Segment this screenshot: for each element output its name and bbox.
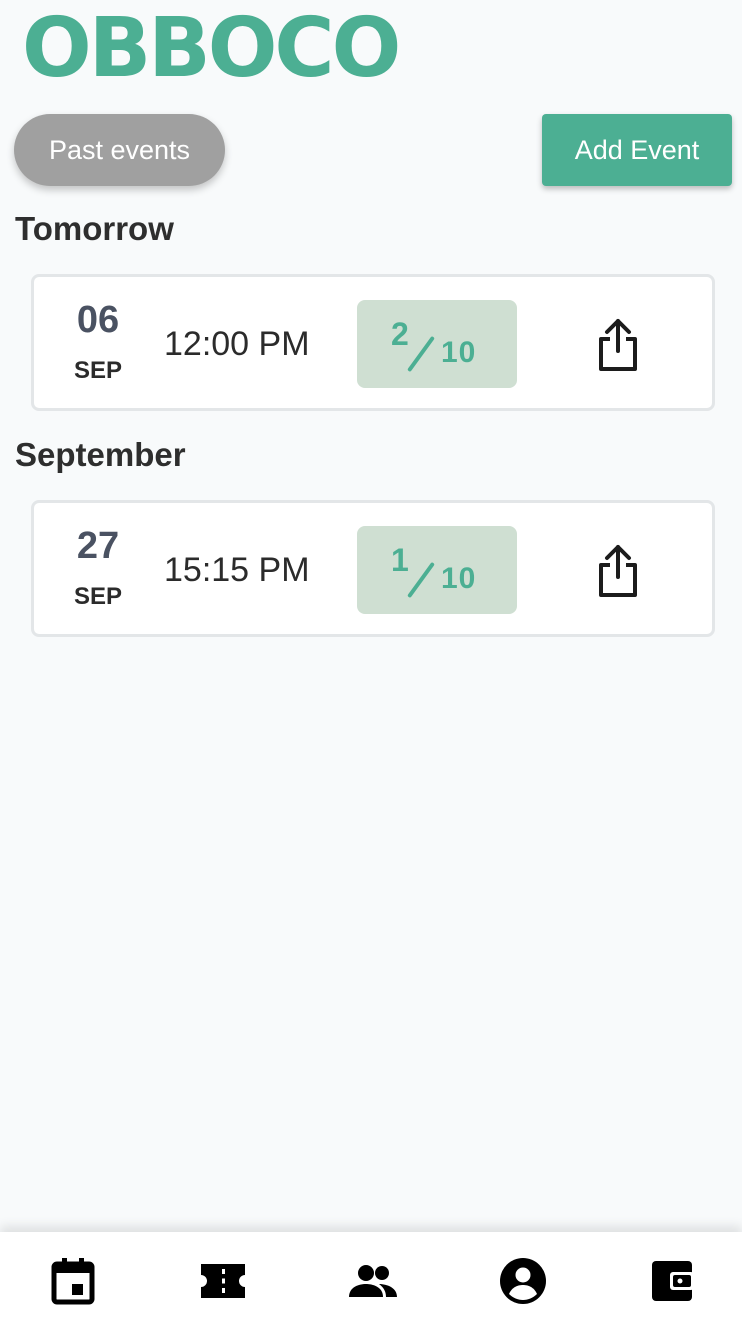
ticket-icon: [201, 1264, 245, 1298]
section-title-september: September: [15, 436, 186, 473]
add-event-button[interactable]: Add Event: [542, 114, 732, 186]
people-icon: [349, 1265, 397, 1297]
account-circle-icon: [500, 1258, 546, 1304]
share-icon: [599, 545, 637, 597]
attendee-count: 2: [391, 316, 409, 352]
event-time: 15:15 PM: [164, 551, 310, 589]
nav-item-people[interactable]: [348, 1256, 398, 1306]
calendar-icon: [51, 1258, 95, 1305]
event-card[interactable]: 27 SEP 15:15 PM 1 10: [31, 500, 715, 637]
attendee-capacity: 10: [441, 562, 477, 595]
fraction-slash: [407, 561, 435, 599]
attendee-count: 1: [391, 542, 409, 578]
attendee-capacity: 10: [441, 336, 477, 369]
bottom-nav: [0, 1232, 742, 1328]
event-time: 12:00 PM: [164, 325, 310, 363]
attendee-count-badge[interactable]: 2 10: [357, 300, 517, 388]
event-month: SEP: [73, 583, 123, 610]
nav-item-calendar[interactable]: [48, 1256, 98, 1306]
nav-item-account[interactable]: [498, 1256, 548, 1306]
past-events-button[interactable]: Past events: [14, 114, 225, 186]
event-day: 06: [76, 299, 120, 341]
events-screen: OBBOCO Past events Add Event Tomorrow 06…: [0, 0, 742, 1328]
event-day: 27: [76, 525, 120, 567]
nav-item-wallet[interactable]: [648, 1256, 698, 1306]
event-month: SEP: [73, 357, 123, 384]
share-icon: [599, 319, 637, 371]
section-title-tomorrow: Tomorrow: [15, 210, 174, 247]
attendee-count-badge[interactable]: 1 10: [357, 526, 517, 614]
app-logo: OBBOCO: [22, 1, 401, 96]
fraction-slash: [407, 335, 435, 373]
nav-item-tickets[interactable]: [198, 1256, 248, 1306]
event-card[interactable]: 06 SEP 12:00 PM 2 10: [31, 274, 715, 411]
share-button[interactable]: [594, 317, 642, 373]
share-button[interactable]: [594, 543, 642, 599]
wallet-icon: [652, 1261, 694, 1301]
